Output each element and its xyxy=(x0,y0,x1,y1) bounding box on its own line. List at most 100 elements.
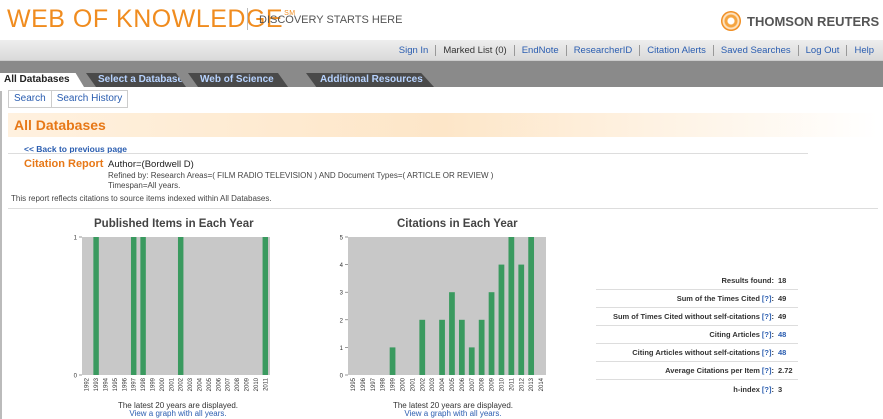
x-tick-label: 1997 xyxy=(371,377,377,391)
researcherid-link[interactable]: ResearcherID xyxy=(565,45,640,56)
stat-label: Citing Articles xyxy=(709,330,760,339)
sign-in-link[interactable]: Sign In xyxy=(392,45,436,56)
stat-value[interactable]: 48 xyxy=(774,330,798,339)
marked-list-link[interactable]: Marked List (0) xyxy=(435,45,513,56)
x-tick-label: 2011 xyxy=(263,377,269,391)
search-history-link[interactable]: Search History xyxy=(51,90,129,108)
published-chart-title: Published Items in Each Year xyxy=(94,218,254,230)
chart-bar xyxy=(93,237,99,375)
endnote-link[interactable]: EndNote xyxy=(513,45,566,56)
report-note: This report reflects citations to source… xyxy=(11,194,272,203)
help-link[interactable]: [?] xyxy=(762,348,772,357)
left-border xyxy=(0,91,2,419)
stat-row: Results found: 18 xyxy=(596,272,798,290)
report-author-query: Author=(Bordwell D) xyxy=(108,159,194,170)
chart-bar xyxy=(468,347,475,375)
y-tick-label: 3 xyxy=(340,291,344,297)
wok-logo[interactable]: WEB OF KNOWLEDGESM xyxy=(7,5,296,34)
chart-bar xyxy=(449,292,455,375)
citations-chart-all-years-link[interactable]: View a graph with all years. xyxy=(353,409,553,418)
x-tick-label: 2009 xyxy=(490,377,496,391)
stat-row: Citing Articles [?] :48 xyxy=(596,326,798,344)
stat-row: Sum of Times Cited without self-citation… xyxy=(596,308,798,326)
x-tick-label: 1997 xyxy=(132,377,138,391)
x-tick-label: 2009 xyxy=(245,377,251,391)
x-tick-label: 1993 xyxy=(94,377,100,391)
tagline: DISCOVERY STARTS HERE xyxy=(259,14,403,26)
stat-label: Sum of the Times Cited xyxy=(676,294,760,303)
x-tick-label: 1994 xyxy=(104,377,110,391)
y-tick-label: 5 xyxy=(340,236,344,242)
tab-web-of-science[interactable]: Web of Science xyxy=(188,73,288,87)
x-tick-label: 1999 xyxy=(391,377,397,391)
help-link[interactable]: [?] xyxy=(762,312,772,321)
help-link[interactable]: [?] xyxy=(762,294,772,303)
y-tick-label: 0 xyxy=(74,374,78,380)
x-tick-label: 2002 xyxy=(420,377,426,391)
x-tick-label: 2014 xyxy=(539,377,545,391)
y-tick-label: 2 xyxy=(340,318,344,324)
citations-chart: 0 1 2 3 4 5 1995 1996 1997 1998 1999 2000 2001 2002 20… xyxy=(340,236,546,391)
chart-bar xyxy=(262,237,269,375)
x-tick-label: 2008 xyxy=(480,377,486,391)
stat-value[interactable]: 48 xyxy=(774,348,798,357)
chart-bar xyxy=(508,237,515,375)
stat-label: Sum of Times Cited without self-citation… xyxy=(612,312,760,321)
divider xyxy=(8,208,878,209)
stat-value: 3 xyxy=(778,384,783,394)
report-timespan: Timespan=All years. xyxy=(108,181,181,190)
stat-row: Citing Articles without self-citations [?… xyxy=(596,344,798,362)
help-link[interactable]: [?] xyxy=(762,385,772,394)
chart-bar xyxy=(130,237,137,375)
tab-all-databases[interactable]: All Databases xyxy=(0,73,84,87)
x-tick-label: 2002 xyxy=(179,377,185,391)
plot-area xyxy=(82,237,270,375)
log-out-link[interactable]: Log Out xyxy=(797,45,847,56)
chart-bar xyxy=(177,237,184,375)
header-divider xyxy=(247,8,248,30)
citation-alerts-link[interactable]: Citation Alerts xyxy=(639,45,713,56)
x-tick-label: 2003 xyxy=(430,377,436,391)
chart-bar xyxy=(528,237,535,375)
x-tick-label: 2001 xyxy=(169,377,175,391)
tab-additional-resources[interactable]: Additional Resources xyxy=(306,73,434,87)
stat-value: 49 xyxy=(778,312,787,321)
divider xyxy=(8,153,808,154)
x-tick-label: 1996 xyxy=(361,377,367,391)
y-tick-label: 4 xyxy=(340,263,344,269)
citation-report-title: Citation Report xyxy=(24,158,104,170)
saved-searches-link[interactable]: Saved Searches xyxy=(712,45,798,56)
x-tick-label: 2013 xyxy=(529,377,535,391)
x-tick-label: 2012 xyxy=(519,377,525,391)
citations-chart-title: Citations in Each Year xyxy=(397,218,518,230)
x-tick-label: 2001 xyxy=(410,377,416,391)
published-chart-all-years-link[interactable]: View a graph with all years. xyxy=(78,409,278,418)
help-link[interactable]: [?] xyxy=(762,366,772,375)
help-link[interactable]: Help xyxy=(846,45,881,56)
brand-text: THOMSON REUTERS xyxy=(747,13,880,29)
help-link[interactable]: [?] xyxy=(762,330,772,339)
x-tick-label: 2007 xyxy=(226,377,232,391)
x-tick-label: 1999 xyxy=(151,377,157,391)
x-tick-label: 2008 xyxy=(235,377,241,391)
thomson-reuters-brand[interactable]: THOMSON REUTERS xyxy=(721,9,879,33)
x-tick-label: 2010 xyxy=(499,377,505,391)
x-tick-label: 2005 xyxy=(450,377,456,391)
stat-value: 18 xyxy=(778,276,787,285)
x-tick-label: 1992 xyxy=(85,377,91,391)
x-tick-label: 1996 xyxy=(122,377,128,391)
search-link[interactable]: Search xyxy=(8,90,52,108)
stat-label: h-index xyxy=(733,384,760,394)
x-tick-label: 1995 xyxy=(351,377,357,391)
plot-area xyxy=(348,237,546,375)
x-tick-label: 2003 xyxy=(188,377,194,391)
x-tick-label: 2011 xyxy=(509,377,515,391)
logo-text: WEB OF KNOWLEDGE xyxy=(7,5,284,33)
stat-value: 2.72 xyxy=(778,366,793,375)
tab-select-database[interactable]: Select a Database xyxy=(86,73,186,87)
x-tick-label: 1995 xyxy=(113,377,119,391)
x-tick-label: 2005 xyxy=(207,377,213,391)
stat-label: Results found: xyxy=(721,276,775,285)
stat-row: Average Citations per Item [?] :2.72 xyxy=(596,362,798,380)
chart-bar xyxy=(518,264,525,375)
